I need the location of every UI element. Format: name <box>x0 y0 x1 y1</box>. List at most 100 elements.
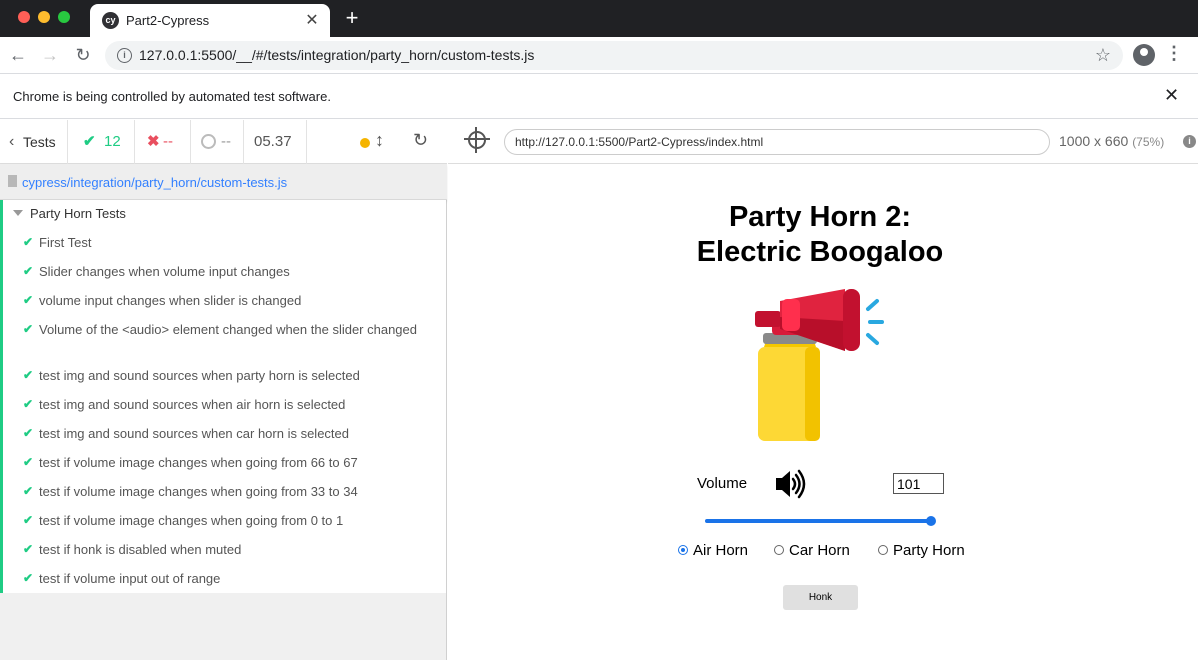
test-title: Slider changes when volume input changes <box>39 264 290 279</box>
test-item[interactable]: ✔ Slider changes when volume input chang… <box>3 263 446 283</box>
volume-level-3-icon <box>776 469 806 499</box>
duration-value: 05.37 <box>254 133 292 150</box>
title-line-1: Party Horn 2: <box>728 201 912 233</box>
rerun-icon[interactable]: ↻ <box>413 130 428 151</box>
aut-url[interactable]: http://127.0.0.1:5500/Part2-Cypress/inde… <box>504 129 1050 155</box>
automation-infobar: Chrome is being controlled by automated … <box>0 75 1198 119</box>
test-item[interactable]: ✔ test img and sound sources when air ho… <box>3 396 446 416</box>
check-icon: ✔ <box>23 542 34 556</box>
x-icon: ✖ <box>147 133 160 150</box>
radio-button[interactable] <box>878 545 888 556</box>
infobar-close-icon[interactable]: ✕ <box>1164 85 1179 106</box>
window-close-button[interactable] <box>18 11 30 23</box>
tests-back-link[interactable]: ‹ Tests <box>0 120 68 164</box>
aut-header: http://127.0.0.1:5500/Part2-Cypress/inde… <box>448 120 1198 164</box>
check-icon: ✔ <box>23 484 34 498</box>
reload-icon[interactable]: ↻ <box>71 43 95 67</box>
check-icon: ✔ <box>83 133 96 150</box>
radio-car-horn[interactable]: Car Horn <box>774 542 850 559</box>
check-icon: ✔ <box>23 322 34 336</box>
back-arrow-icon[interactable]: ← <box>6 43 30 67</box>
test-item[interactable]: ✔ test if volume input out of range <box>3 570 446 590</box>
spec-header: cypress/integration/party_horn/custom-te… <box>0 164 447 200</box>
file-icon <box>8 175 17 187</box>
viewport-info-icon[interactable]: i <box>1183 135 1196 148</box>
test-item[interactable]: ✔ volume input changes when slider is ch… <box>3 292 446 312</box>
profile-avatar-icon[interactable] <box>1133 44 1155 66</box>
volume-slider-thumb[interactable] <box>926 516 936 526</box>
test-title: test if volume image changes when going … <box>39 484 358 499</box>
duration: 05.37 <box>244 120 307 164</box>
pending-count-value: -- <box>221 133 231 150</box>
app-under-test: Party Horn 2: Electric Boogaloo Volume 1… <box>448 165 1198 660</box>
cypress-reporter: ‹ Tests ✔ 12 ✖ -- -- 05.37 ↕ ↻ cypress/i… <box>0 120 447 660</box>
browser-window: cy Part2-Cypress ✕ + ← → ↻ i 127.0.0.1:5… <box>0 0 1198 660</box>
volume-slider-track[interactable] <box>705 519 931 523</box>
radio-label: Air Horn <box>693 542 749 559</box>
test-title: test img and sound sources when party ho… <box>39 368 360 383</box>
test-item[interactable]: ✔ test img and sound sources when party … <box>3 367 446 387</box>
test-title: test img and sound sources when air horn… <box>39 397 346 412</box>
test-item[interactable]: ✔ test if volume image changes when goin… <box>3 483 446 503</box>
test-title: Volume of the <audio> element changed wh… <box>39 322 417 337</box>
failed-count: ✖ -- <box>135 120 191 164</box>
passed-count-value: 12 <box>104 133 121 150</box>
spec-path[interactable]: cypress/integration/party_horn/custom-te… <box>22 175 287 190</box>
reporter-stats-bar: ‹ Tests ✔ 12 ✖ -- -- 05.37 ↕ ↻ <box>0 120 447 164</box>
test-title: test if honk is disabled when muted <box>39 542 242 557</box>
viewport-scale: (75%) <box>1132 135 1165 149</box>
radio-air-horn[interactable]: Air Horn <box>678 542 748 559</box>
window-minimize-button[interactable] <box>38 11 50 23</box>
running-status-dot-icon <box>360 138 370 148</box>
check-icon: ✔ <box>23 235 34 249</box>
viewport-dimensions: 1000 x 660 <box>1059 133 1129 149</box>
infobar-message: Chrome is being controlled by automated … <box>13 89 331 104</box>
failed-count-value: -- <box>163 133 173 150</box>
volume-number-input[interactable] <box>893 473 944 494</box>
selector-playground-crosshair-icon[interactable] <box>464 127 490 153</box>
test-title: First Test <box>39 235 92 250</box>
radio-button-selected[interactable] <box>678 545 688 556</box>
passed-count: ✔ 12 <box>68 120 135 164</box>
check-icon: ✔ <box>23 397 34 411</box>
address-url[interactable]: 127.0.0.1:5500/__/#/tests/integration/pa… <box>139 47 534 63</box>
tab-strip: cy Part2-Cypress ✕ + <box>0 0 1198 37</box>
auto-scroll-icon[interactable]: ↕ <box>375 130 384 151</box>
test-title: volume input changes when slider is chan… <box>39 293 302 308</box>
volume-label: Volume <box>697 475 748 492</box>
tab-close-icon[interactable]: ✕ <box>302 10 322 30</box>
test-item[interactable]: ✔ test img and sound sources when car ho… <box>3 425 446 445</box>
honk-button[interactable]: Honk <box>783 585 858 610</box>
window-zoom-button[interactable] <box>58 11 70 23</box>
browser-tab[interactable]: cy Part2-Cypress ✕ <box>90 4 330 37</box>
test-title: test img and sound sources when car horn… <box>39 426 350 441</box>
radio-label: Car Horn <box>789 542 850 559</box>
check-icon: ✔ <box>23 571 34 585</box>
site-info-icon[interactable]: i <box>117 48 132 63</box>
check-icon: ✔ <box>23 293 34 307</box>
kebab-menu-icon[interactable]: ⋮ <box>1165 43 1183 64</box>
test-item[interactable]: ✔ test if volume image changes when goin… <box>3 512 446 532</box>
radio-party-horn[interactable]: Party Horn <box>878 542 965 559</box>
test-item[interactable]: ✔ test if volume image changes when goin… <box>3 454 446 474</box>
browser-toolbar: ← → ↻ i 127.0.0.1:5500/__/#/tests/integr… <box>0 37 1198 74</box>
page-title: Party Horn 2: Electric Boogaloo <box>448 200 1192 270</box>
forward-arrow-icon[interactable]: → <box>38 43 62 67</box>
tab-title: Part2-Cypress <box>126 13 210 28</box>
viewport-size: 1000 x 660 (75%) <box>1059 133 1164 149</box>
check-icon: ✔ <box>23 264 34 278</box>
bookmark-star-icon[interactable]: ☆ <box>1095 45 1111 66</box>
new-tab-button[interactable]: + <box>340 5 364 31</box>
chevron-left-icon: ‹ <box>9 133 15 150</box>
caret-down-icon[interactable] <box>13 210 23 216</box>
suite-title[interactable]: Party Horn Tests <box>30 206 126 221</box>
pending-circle-icon <box>201 134 216 149</box>
address-bar[interactable]: i 127.0.0.1:5500/__/#/tests/integration/… <box>105 41 1123 70</box>
pending-count: -- <box>191 120 244 164</box>
test-item[interactable]: ✔ First Test <box>3 234 446 254</box>
radio-button[interactable] <box>774 545 784 556</box>
test-item[interactable]: ✔ test if honk is disabled when muted <box>3 541 446 561</box>
test-item[interactable]: ✔ Volume of the <audio> element changed … <box>3 321 446 359</box>
title-line-2: Electric Boogaloo <box>696 236 944 268</box>
check-icon: ✔ <box>23 426 34 440</box>
